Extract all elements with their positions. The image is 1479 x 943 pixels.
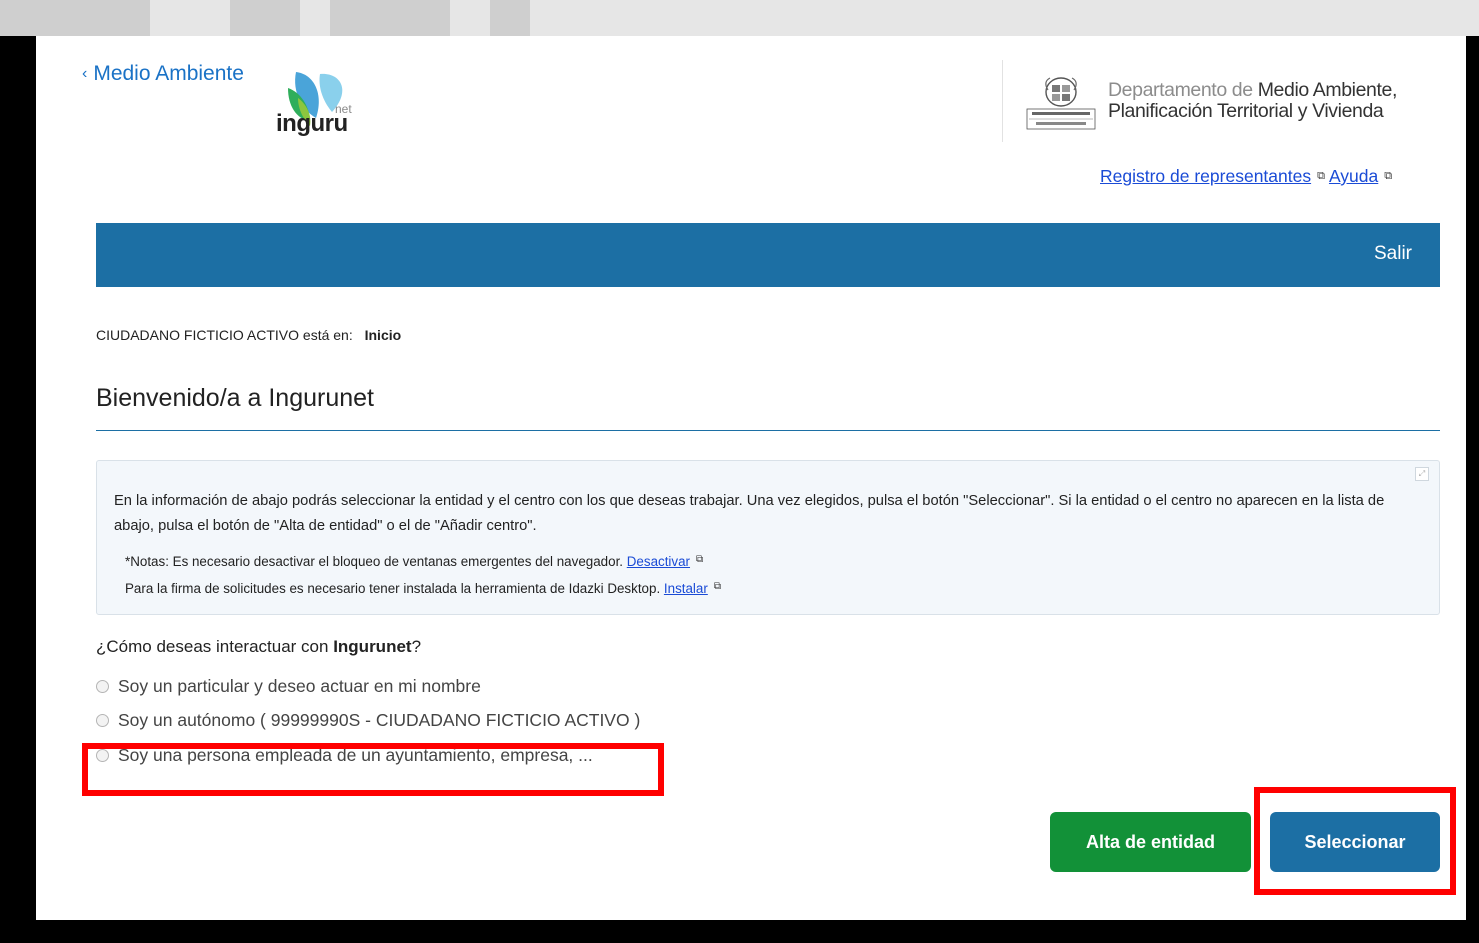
note-popups: *Notas: Es necesario desactivar el bloqu…: [125, 554, 703, 569]
gobierno-vasco-logo-icon: [1026, 77, 1096, 130]
radio-autonomo[interactable]: [96, 714, 109, 727]
salir-button[interactable]: Salir: [1374, 243, 1412, 265]
header-links: Registro de representantes ⧉ Ayuda ⧉: [1100, 166, 1396, 187]
external-link-icon: ⧉: [1384, 170, 1393, 182]
title-divider: [96, 430, 1440, 431]
chevron-left-icon: ‹: [82, 65, 88, 82]
header-divider: [1002, 60, 1003, 142]
logo-suffix: net: [335, 102, 352, 116]
department-name: Departamento de Medio Ambiente, Planific…: [1108, 80, 1397, 122]
info-text: En la información de abajo podrás selecc…: [114, 493, 1385, 534]
back-link-label: Medio Ambiente: [93, 62, 244, 85]
question-suffix: ?: [411, 637, 422, 656]
info-box: ⤢ En la información de abajo podrás sele…: [96, 460, 1440, 615]
page-title: Bienvenido/a a Ingurunet: [96, 384, 374, 412]
note-idazki-text: Para la firma de solicitudes es necesari…: [125, 581, 661, 596]
ayuda-link[interactable]: Ayuda: [1329, 166, 1378, 186]
question-prefix: ¿Cómo deseas interactuar con: [96, 637, 329, 656]
external-link-icon: ⧉: [696, 554, 704, 565]
option-particular-label: Soy un particular y deseo actuar en mi n…: [118, 676, 481, 696]
alta-entidad-button[interactable]: Alta de entidad: [1050, 812, 1251, 872]
highlight-box-seleccionar: [1254, 787, 1456, 895]
question-brand: Ingurunet: [333, 637, 412, 656]
radio-particular[interactable]: [96, 680, 109, 693]
note-idazki: Para la firma de solicitudes es necesari…: [125, 581, 721, 596]
note-popups-text: *Notas: Es necesario desactivar el bloqu…: [125, 554, 624, 569]
background-top: [0, 0, 1479, 36]
expand-icon[interactable]: ⤢: [1415, 467, 1429, 481]
breadcrumb: CIUDADANO FICTICIO ACTIVO está en: Inici…: [96, 327, 401, 343]
option-autonomo-label: Soy un autónomo ( 99999990S - CIUDADANO …: [118, 710, 641, 730]
breadcrumb-current: Inicio: [364, 327, 402, 343]
external-link-icon: ⧉: [713, 581, 721, 592]
registro-representantes-link[interactable]: Registro de representantes: [1100, 166, 1311, 186]
external-link-icon: ⧉: [1317, 170, 1325, 182]
department-label-line2: Planificación Territorial y Vivienda: [1108, 100, 1384, 122]
back-link-medio-ambiente[interactable]: ‹ Medio Ambiente: [82, 62, 244, 86]
breadcrumb-user: CIUDADANO FICTICIO ACTIVO está en:: [96, 327, 353, 343]
option-autonomo[interactable]: Soy un autónomo ( 99999990S - CIUDADANO …: [96, 710, 640, 731]
option-particular[interactable]: Soy un particular y deseo actuar en mi n…: [96, 676, 481, 697]
top-nav-bar: Salir: [96, 223, 1440, 287]
department-label-line1: Medio Ambiente,: [1257, 79, 1398, 101]
interaction-question: ¿Cómo deseas interactuar con Ingurunet?: [96, 637, 421, 657]
department-label-light: Departamento de: [1108, 79, 1253, 101]
instalar-link[interactable]: Instalar: [664, 581, 708, 596]
highlight-box-option: [82, 743, 664, 796]
desactivar-link[interactable]: Desactivar: [627, 554, 690, 569]
app-window: ‹ Medio Ambiente inguru net Departamento…: [36, 36, 1466, 920]
